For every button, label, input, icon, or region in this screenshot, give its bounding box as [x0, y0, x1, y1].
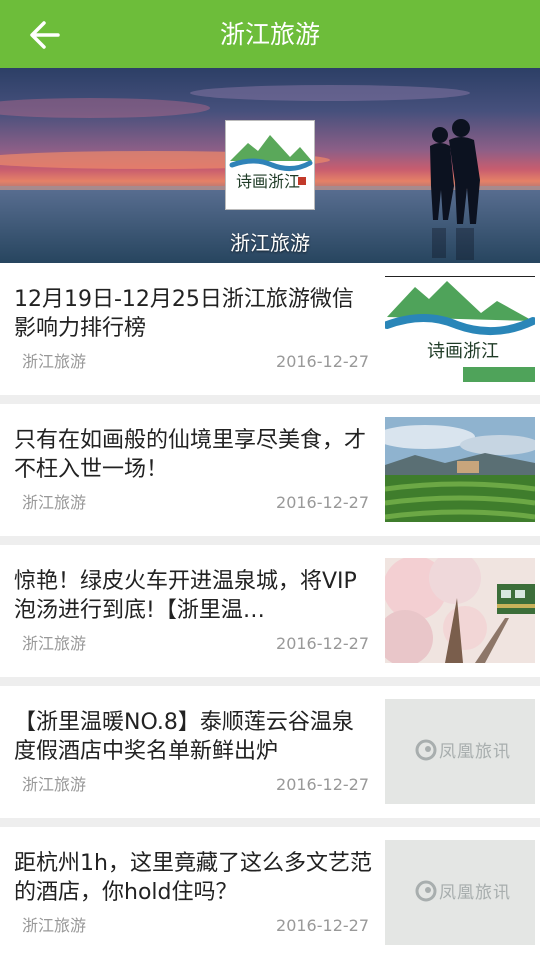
- article-item[interactable]: 只有在如画般的仙境里享尽美食，才不枉入世一场！ 浙江旅游 2016-12-27: [0, 404, 540, 536]
- article-thumbnail: 凤凰旅讯: [385, 840, 535, 945]
- top-bar: 浙江旅游: [0, 0, 540, 68]
- article-source: 浙江旅游: [22, 493, 87, 512]
- article-date: 2016-12-27: [276, 493, 369, 512]
- article-item[interactable]: 惊艳！绿皮火车开进温泉城，将VIP泡汤进行到底!【浙里温… 浙江旅游 2016-…: [0, 545, 540, 677]
- article-thumbnail: 凤凰旅讯: [385, 699, 535, 804]
- poetic-zhejiang-logo: 诗画浙江: [225, 120, 315, 210]
- article-date: 2016-12-27: [276, 916, 369, 935]
- article-date: 2016-12-27: [276, 352, 369, 371]
- article-thumbnail: [385, 417, 535, 522]
- article-item[interactable]: 12月19日-12月25日浙江旅游微信影响力排行榜 浙江旅游 2016-12-2…: [0, 263, 540, 395]
- article-source: 浙江旅游: [22, 352, 87, 371]
- phoenix-logo-icon: [415, 880, 437, 902]
- hero-banner[interactable]: 诗画浙江 浙江旅游: [0, 68, 540, 263]
- article-source: 浙江旅游: [22, 916, 87, 935]
- article-date: 2016-12-27: [276, 634, 369, 653]
- article-item[interactable]: 距杭州1h，这里竟藏了这么多文艺范的酒店，你hold住吗？ 浙江旅游 2016-…: [0, 827, 540, 959]
- article-source: 浙江旅游: [22, 775, 87, 794]
- placeholder-logo-text: 凤凰旅讯: [439, 883, 511, 903]
- article-thumbnail: [385, 558, 535, 663]
- placeholder-logo-text: 凤凰旅讯: [439, 742, 511, 762]
- svg-text:诗画浙江: 诗画浙江: [236, 172, 300, 191]
- article-title: 只有在如画般的仙境里享尽美食，才不枉入世一场！: [14, 428, 367, 482]
- banner-caption: 浙江旅游: [230, 231, 310, 255]
- phoenix-logo-icon: [415, 739, 437, 761]
- article-date: 2016-12-27: [276, 775, 369, 794]
- article-thumbnail: 诗画浙江: [385, 276, 535, 382]
- article-item[interactable]: 【浙里温暖NO.8】泰顺莲云谷温泉度假酒店中奖名单新鲜出炉 浙江旅游 2016-…: [0, 686, 540, 818]
- article-title: 距杭州1h，这里竟藏了这么多文艺范的酒店，你hold住吗？: [14, 851, 372, 905]
- article-title: 【浙里温暖NO.8】泰顺莲云谷温泉度假酒店中奖名单新鲜出炉: [14, 710, 354, 764]
- svg-text:诗画浙江: 诗画浙江: [427, 341, 499, 362]
- page-title: 浙江旅游: [219, 20, 320, 49]
- article-source: 浙江旅游: [22, 634, 87, 653]
- article-title: 惊艳！绿皮火车开进温泉城，将VIP泡汤进行到底!【浙里温…: [14, 569, 357, 623]
- article-title: 12月19日-12月25日浙江旅游微信影响力排行榜: [14, 287, 354, 341]
